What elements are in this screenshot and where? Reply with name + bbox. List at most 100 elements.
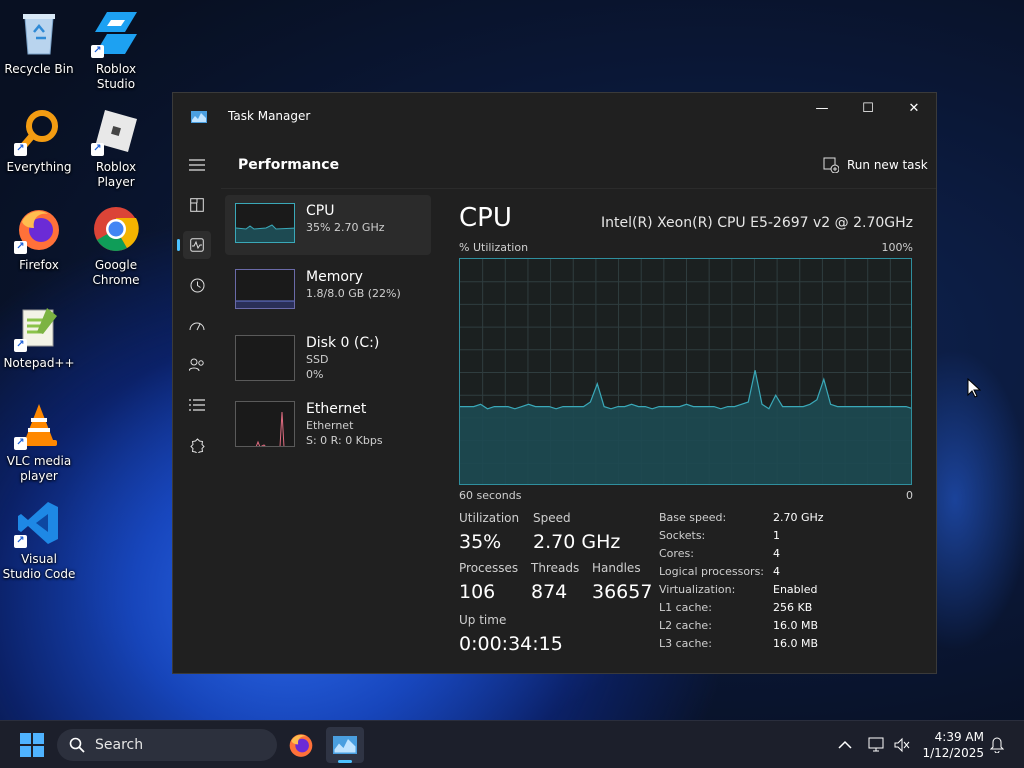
uptime-value: 0:00:34:15 bbox=[459, 633, 563, 655]
taskbar-firefox-icon[interactable] bbox=[282, 727, 320, 763]
resource-name: Disk 0 (C:) bbox=[306, 335, 380, 351]
desktop-icon-google-chrome[interactable]: Google Chrome bbox=[78, 204, 154, 288]
taskbar-task-manager-icon[interactable] bbox=[326, 727, 364, 763]
desktop-icon-vlc[interactable]: ↗ VLC media player bbox=[1, 400, 77, 484]
desktop-icon-notepad-plus-plus[interactable]: ↗ Notepad++ bbox=[1, 302, 77, 371]
search-icon bbox=[69, 737, 85, 753]
spec-key: Base speed: bbox=[659, 511, 727, 524]
mouse-cursor-icon bbox=[967, 378, 981, 398]
hamburger-menu-icon[interactable] bbox=[183, 151, 211, 179]
uptime-label: Up time bbox=[459, 613, 507, 627]
services-nav-icon[interactable] bbox=[183, 431, 211, 459]
desktop-icon-label: Visual Studio Code bbox=[2, 552, 76, 581]
vlc-icon: ↗ bbox=[14, 400, 64, 450]
desktop-icon-label: Everything bbox=[6, 160, 72, 174]
taskbar-search-box[interactable]: Search bbox=[57, 729, 277, 761]
desktop-icon-everything[interactable]: ↗ Everything bbox=[1, 106, 77, 175]
graph-y-label: % Utilization bbox=[459, 241, 529, 254]
notepad-plus-plus-icon: ↗ bbox=[14, 302, 64, 352]
page-header: Performance Run new task ••• bbox=[221, 141, 936, 189]
recycle-bin-icon bbox=[14, 8, 64, 58]
resource-sub: 0% bbox=[306, 368, 324, 381]
resource-name: Memory bbox=[306, 269, 363, 285]
resource-sub: Ethernet bbox=[306, 419, 354, 432]
spec-value: 256 KB bbox=[773, 601, 813, 614]
spec-value: 4 bbox=[773, 565, 780, 578]
desktop-icon-label: VLC media player bbox=[6, 454, 72, 483]
navigation-rail bbox=[173, 141, 221, 673]
start-windows-icon[interactable] bbox=[20, 733, 44, 757]
title-bar[interactable]: Task Manager — ☐ ✕ bbox=[173, 93, 936, 141]
desktop-icon-roblox-studio[interactable]: ↗ Roblox Studio bbox=[78, 8, 154, 92]
processes-nav-icon[interactable] bbox=[183, 191, 211, 219]
threads-value: 874 bbox=[531, 581, 568, 603]
performance-nav-icon[interactable] bbox=[177, 231, 211, 259]
resource-item-disk[interactable]: Disk 0 (C:) SSD 0% bbox=[225, 327, 431, 387]
chrome-icon bbox=[91, 204, 141, 254]
spec-key: L1 cache: bbox=[659, 601, 712, 614]
network-icon[interactable] bbox=[868, 721, 886, 768]
taskbar-clock[interactable]: 4:39 AM 1/12/2025 bbox=[918, 729, 984, 761]
show-hidden-icons-chevron-icon[interactable] bbox=[838, 721, 852, 768]
notifications-bell-icon[interactable] bbox=[990, 721, 1004, 768]
task-manager-app-icon bbox=[191, 111, 207, 123]
desktop-icon-roblox-player[interactable]: ↗ Roblox Player bbox=[78, 106, 154, 190]
run-new-task-label: Run new task bbox=[847, 158, 928, 172]
shortcut-arrow-icon: ↗ bbox=[91, 45, 104, 58]
volume-muted-icon[interactable] bbox=[893, 721, 911, 768]
shortcut-arrow-icon: ↗ bbox=[14, 241, 27, 254]
shortcut-arrow-icon: ↗ bbox=[91, 143, 104, 156]
clock-time: 4:39 AM bbox=[934, 730, 984, 744]
run-task-icon bbox=[823, 157, 839, 173]
roblox-player-icon: ↗ bbox=[91, 106, 141, 156]
processes-value: 106 bbox=[459, 581, 496, 603]
graph-max-label: 100% bbox=[881, 241, 913, 254]
spec-key: Cores: bbox=[659, 547, 694, 560]
shortcut-arrow-icon: ↗ bbox=[14, 437, 27, 450]
memory-thumbnail-graph bbox=[235, 269, 295, 309]
utilization-value: 35% bbox=[459, 531, 502, 553]
spec-value: 16.0 MB bbox=[773, 619, 819, 632]
users-nav-icon[interactable] bbox=[183, 351, 211, 379]
desktop-icon-label: Google Chrome bbox=[92, 258, 140, 287]
spec-key: L3 cache: bbox=[659, 637, 712, 650]
window-title: Task Manager bbox=[228, 109, 311, 123]
processes-label: Processes bbox=[459, 561, 519, 575]
resource-sub: SSD bbox=[306, 353, 329, 366]
vscode-icon: ↗ bbox=[14, 498, 64, 548]
maximize-button[interactable]: ☐ bbox=[845, 93, 891, 123]
spec-value: Enabled bbox=[773, 583, 818, 596]
spec-key: Logical processors: bbox=[659, 565, 765, 578]
task-manager-window: Task Manager — ☐ ✕ Performance Run new t… bbox=[172, 92, 937, 674]
spec-value: 16.0 MB bbox=[773, 637, 819, 650]
resource-item-memory[interactable]: Memory 1.8/8.0 GB (22%) bbox=[225, 261, 431, 321]
resource-item-ethernet[interactable]: Ethernet Ethernet S: 0 R: 0 Kbps bbox=[225, 393, 431, 453]
threads-label: Threads bbox=[531, 561, 580, 575]
detail-title: CPU bbox=[459, 203, 512, 233]
run-new-task-button[interactable]: Run new task bbox=[823, 157, 928, 173]
desktop-icon-label: Firefox bbox=[19, 258, 59, 272]
desktop-icon-recycle-bin[interactable]: Recycle Bin bbox=[1, 8, 77, 77]
minimize-button[interactable]: — bbox=[799, 93, 845, 123]
firefox-icon: ↗ bbox=[14, 204, 64, 254]
app-history-nav-icon[interactable] bbox=[183, 271, 211, 299]
cpu-thumbnail-graph bbox=[235, 203, 295, 243]
spec-key: Virtualization: bbox=[659, 583, 736, 596]
shortcut-arrow-icon: ↗ bbox=[14, 339, 27, 352]
desktop-icon-label: Roblox Player bbox=[95, 160, 137, 189]
resource-name: Ethernet bbox=[306, 401, 367, 417]
page-title: Performance bbox=[238, 157, 340, 173]
desktop-icon-label: Roblox Studio bbox=[95, 62, 137, 91]
startup-apps-nav-icon[interactable] bbox=[183, 311, 211, 339]
roblox-studio-icon: ↗ bbox=[91, 8, 141, 58]
close-button[interactable]: ✕ bbox=[891, 93, 936, 123]
details-nav-icon[interactable] bbox=[183, 391, 211, 419]
handles-label: Handles bbox=[592, 561, 641, 575]
desktop-icon-firefox[interactable]: ↗ Firefox bbox=[1, 204, 77, 273]
resource-item-cpu[interactable]: CPU 35% 2.70 GHz bbox=[225, 195, 431, 255]
desktop-icon-vscode[interactable]: ↗ Visual Studio Code bbox=[1, 498, 77, 582]
spec-value: 1 bbox=[773, 529, 780, 542]
graph-time-label: 60 seconds bbox=[459, 489, 522, 502]
desktop-icon-label: Recycle Bin bbox=[4, 62, 74, 76]
shortcut-arrow-icon: ↗ bbox=[14, 535, 27, 548]
